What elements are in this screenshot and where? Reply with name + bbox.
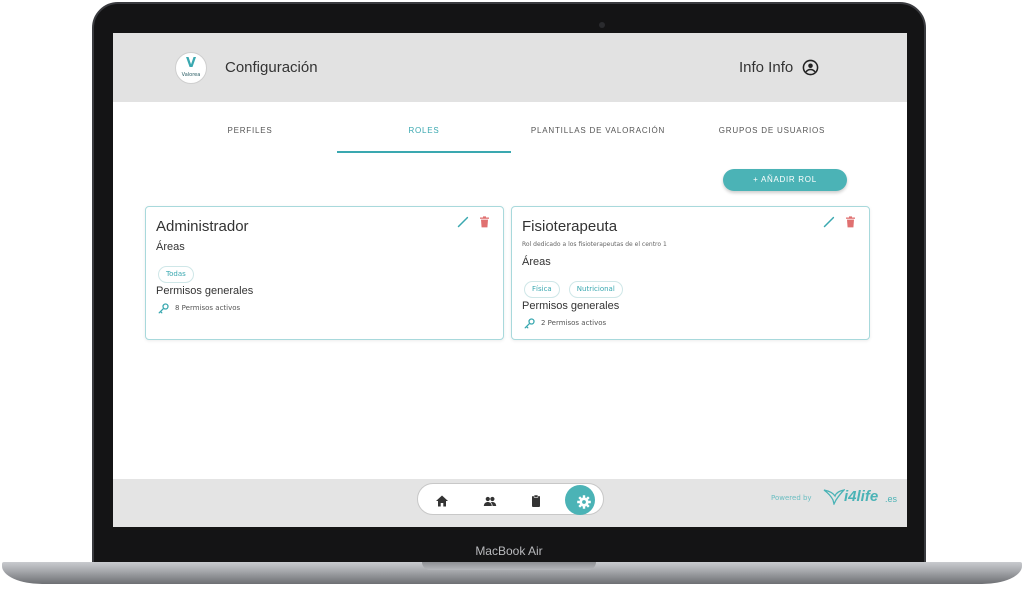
tab-perfiles[interactable]: PERFILES — [163, 123, 337, 153]
permissions-label: Permisos generales — [522, 300, 620, 312]
area-chip: Física — [524, 281, 560, 298]
delete-icon[interactable] — [845, 216, 856, 228]
app-header: V Valorea Configuración Info Info — [113, 33, 907, 102]
home-icon — [436, 495, 448, 506]
device-label: MacBook Air — [475, 544, 543, 558]
nav-settings-button[interactable] — [565, 485, 595, 515]
nav-home-button[interactable] — [429, 489, 451, 511]
nav-users-button[interactable] — [477, 489, 499, 511]
laptop-notch — [422, 562, 596, 570]
add-role-button[interactable]: + AÑADIR ROL — [723, 169, 847, 191]
permissions-count: 2 Permisos activos — [541, 319, 607, 327]
powered-by-label: Powered by — [771, 494, 812, 502]
user-name[interactable]: Info Info — [739, 59, 793, 76]
settings-icon — [576, 495, 591, 509]
role-name: Fisioterapeuta — [522, 218, 618, 235]
edit-icon[interactable] — [457, 216, 469, 228]
card-actions — [823, 216, 859, 232]
tab-roles[interactable]: ROLES — [337, 123, 511, 153]
role-card-administrador[interactable]: Administrador Áreas Todas Permisos gener… — [145, 206, 504, 340]
role-card-fisioterapeuta[interactable]: Fisioterapeuta Rol dedicado a los fisiot… — [511, 206, 870, 340]
app-logo[interactable]: V Valorea — [175, 52, 207, 84]
brand-logo[interactable]: i4life — [844, 488, 878, 505]
tab-plantillas[interactable]: PLANTILLAS DE VALORACIÓN — [511, 123, 685, 153]
account-circle-icon[interactable] — [802, 59, 819, 76]
key-icon — [524, 318, 535, 329]
card-actions — [457, 216, 493, 232]
app-screen: V Valorea Configuración Info Info PERFIL… — [113, 33, 907, 527]
bottom-bar: Powered by i4life .es — [113, 479, 907, 527]
camera — [599, 22, 605, 28]
areas-label: Áreas — [522, 256, 551, 268]
key-icon — [158, 303, 169, 314]
bottom-nav — [417, 483, 604, 515]
hummingbird-icon — [823, 489, 845, 505]
delete-icon[interactable] — [479, 216, 490, 228]
area-chip: Nutricional — [568, 281, 623, 298]
logo-text: Valorea — [181, 72, 201, 78]
permissions-label: Permisos generales — [156, 285, 254, 297]
role-name: Administrador — [156, 218, 249, 235]
areas-chips: Todas — [158, 261, 198, 283]
logo-mark: V — [185, 56, 197, 71]
brand-tld: .es — [885, 494, 898, 504]
permissions-count: 8 Permisos activos — [175, 304, 241, 312]
users-icon — [483, 496, 497, 506]
tab-grupos[interactable]: GRUPOS DE USUARIOS — [685, 123, 859, 153]
role-description: Rol dedicado a los fisioterapeutas de el… — [522, 241, 667, 248]
areas-label: Áreas — [156, 241, 185, 253]
nav-clipboard-button[interactable] — [523, 489, 545, 511]
clipboard-icon — [532, 494, 540, 507]
tab-bar: PERFILES ROLES PLANTILLAS DE VALORACIÓN … — [163, 123, 863, 155]
page-title: Configuración — [225, 59, 318, 76]
edit-icon[interactable] — [823, 216, 835, 228]
areas-chips: Física Nutricional — [524, 276, 627, 298]
area-chip: Todas — [158, 266, 194, 283]
